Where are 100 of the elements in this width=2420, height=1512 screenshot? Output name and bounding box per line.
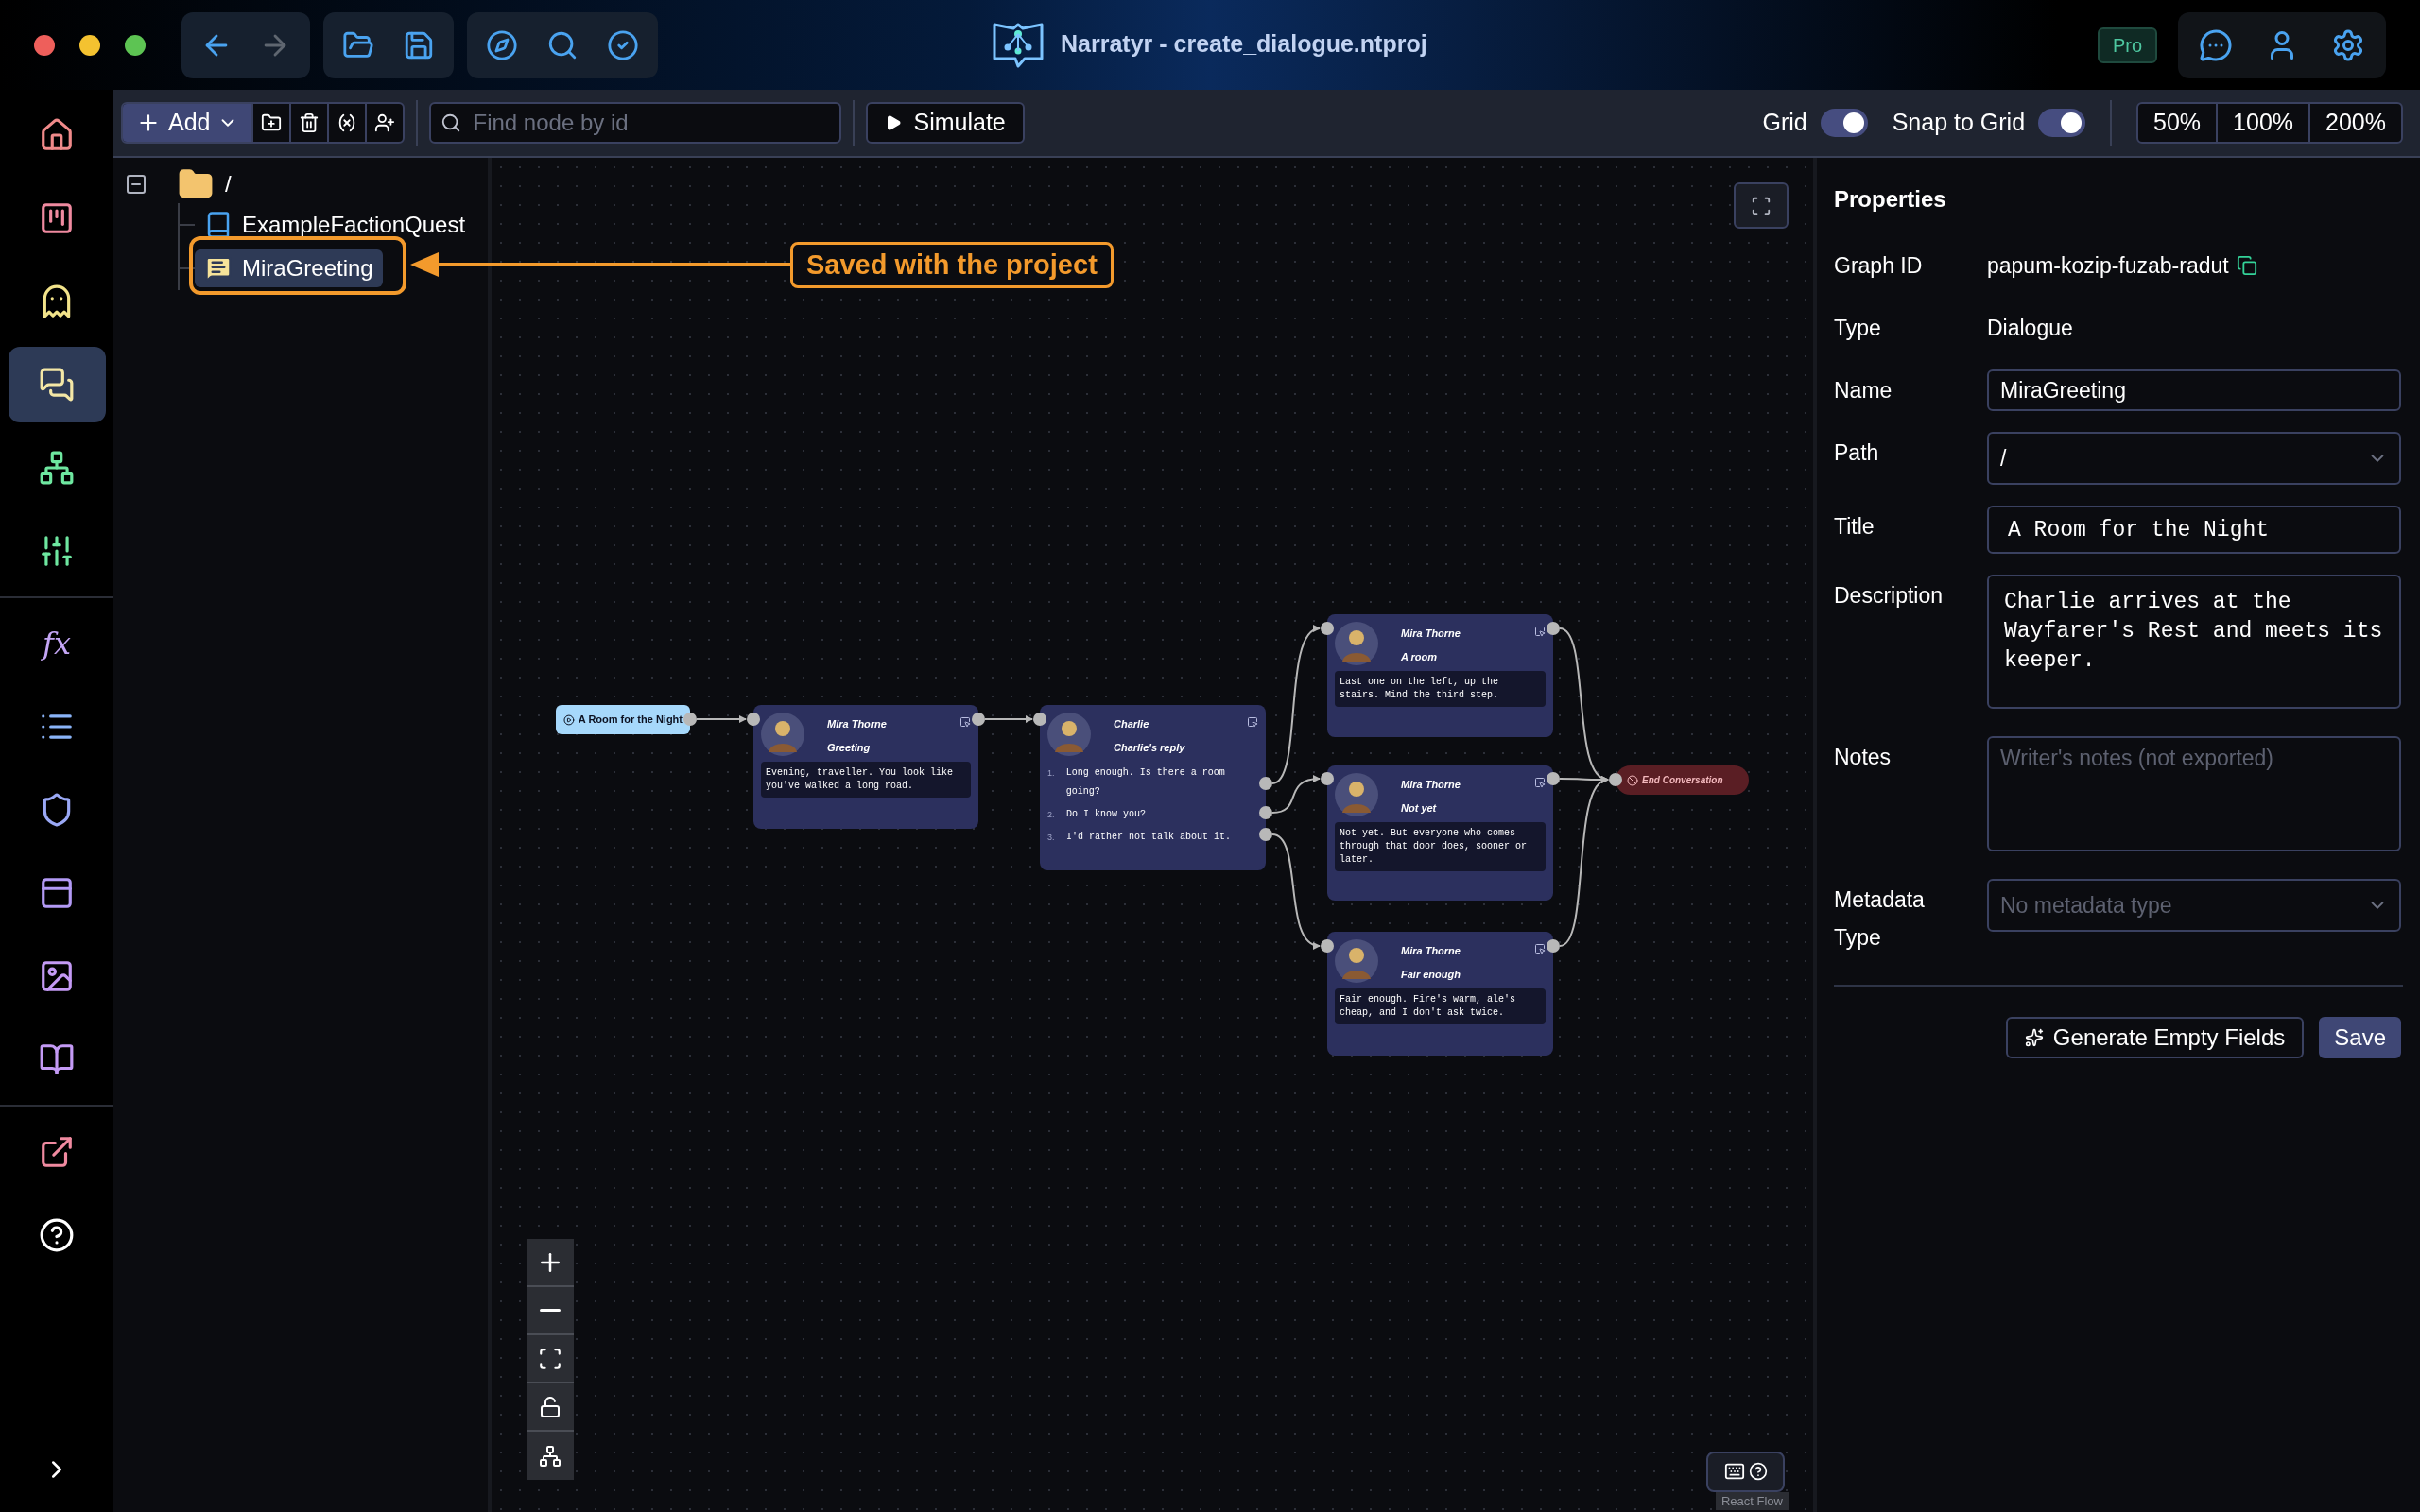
property-label: Metadata Type (1834, 886, 1926, 952)
property-value: papum-kozip-fuzab-radut (1987, 251, 2229, 280)
line-title: Not yet (1401, 800, 1438, 816)
fullscreen-button[interactable] (1734, 182, 1789, 229)
export-icon (39, 1134, 75, 1170)
dialogue-node[interactable]: Charlie Charlie's reply 1. Long enough. Is there a room going? 2. Do I know you? 3. I'd rather not talk about it. (1040, 705, 1266, 870)
name-field[interactable]: MiraGreeting (1987, 369, 2401, 411)
speaker-name: Mira Thorne (1401, 778, 1461, 792)
zoom-window-button[interactable] (125, 34, 146, 56)
toggle-switch[interactable] (1820, 109, 1868, 137)
help-icon (1748, 1462, 1768, 1481)
choice-text: I'd rather not talk about it. (1066, 831, 1232, 844)
home-icon (39, 117, 75, 153)
collapse-icon (125, 173, 147, 196)
hierarchy-icon (539, 1444, 562, 1468)
toggle-label: Snap to Grid (1892, 108, 2026, 138)
text-area[interactable]: Writer's notes (not exported) (1987, 736, 2401, 851)
text-area[interactable]: Charlie arrives at the Wayfarer's Rest and meets its keeper. (1987, 575, 2401, 709)
folder-plus-icon (261, 112, 283, 133)
property-label: Description (1834, 582, 1945, 610)
attribution-text: React Flow (1715, 1491, 1789, 1510)
avatar (1335, 939, 1378, 983)
compass-icon[interactable] (486, 28, 518, 61)
help-icon (39, 1217, 75, 1253)
book-icon (39, 1041, 75, 1077)
sidebar-item[interactable] (8, 347, 106, 422)
property-value: Dialogue (1987, 314, 2073, 342)
generate-button[interactable]: Generate Empty Fields (2005, 1017, 2305, 1058)
speaker-name: Charlie (1114, 717, 1150, 731)
speaker-name: Mira Thorne (1401, 627, 1461, 641)
end-node[interactable]: End Conversation (1616, 765, 1749, 795)
pointer-icon[interactable] (959, 716, 971, 728)
line-title: Fair enough (1401, 967, 1461, 982)
chat-icon (39, 367, 75, 403)
avatar (1335, 773, 1378, 816)
line-text: Last one on the left, up the stairs. Mind the third step. (1335, 671, 1546, 707)
property-label: Graph ID (1834, 252, 1924, 280)
copy-icon[interactable] (2236, 255, 2257, 276)
dialogue-node[interactable]: Mira Thorne Not yet Not yet. But everyone who comes through that door does, sooner or later. (1327, 765, 1553, 901)
avatar (1335, 622, 1378, 665)
panel-title: Properties (1834, 185, 1947, 214)
property-label: Notes (1834, 744, 1893, 771)
simulate-button[interactable]: Simulate (866, 102, 1025, 144)
zoom-level-button[interactable]: 200% (2308, 104, 2401, 142)
choice-number: 2. (1047, 809, 1056, 821)
chat-icon[interactable] (2199, 27, 2233, 62)
zoom-level-button[interactable]: 50% (2138, 104, 2217, 142)
tree-item[interactable]: MiraGreeting (195, 249, 383, 287)
title-field[interactable]: A Room for the Night (1987, 506, 2401, 554)
pointer-icon[interactable] (1534, 777, 1546, 788)
node-title: A Room for the Night (578, 713, 683, 728)
zoom-level-button[interactable]: 100% (2216, 104, 2309, 142)
pointer-icon[interactable] (1247, 716, 1258, 728)
speaker-name: Mira Thorne (827, 717, 887, 731)
play-icon (885, 114, 903, 131)
close-window-button[interactable] (34, 34, 55, 56)
kanban-icon (39, 200, 75, 236)
user-plus-icon (374, 112, 396, 133)
fullscreen-icon (1751, 195, 1772, 216)
start-node[interactable]: A Room for the Night (556, 705, 690, 734)
dialogue-node[interactable]: Mira Thorne Fair enough Fair enough. Fire's warm, ale's cheap, and I don't ask twice. (1327, 932, 1553, 1056)
property-label: Name (1834, 377, 1893, 404)
pro-badge: Pro (2097, 26, 2157, 63)
avatar (1047, 713, 1091, 756)
search-icon (441, 112, 462, 133)
choice-text: Do I know you? (1066, 808, 1146, 821)
line-title: Charlie's reply (1114, 740, 1185, 755)
keyboard-help-button[interactable] (1706, 1451, 1785, 1492)
connector (984, 715, 1033, 723)
collapse-toggle[interactable] (125, 173, 147, 196)
line-text: Not yet. But everyone who comes through that door does, sooner or later. (1335, 822, 1546, 871)
select-field[interactable]: / (1987, 432, 2401, 485)
choice-number: 1. (1047, 767, 1056, 780)
tree-item[interactable]: / (225, 167, 232, 201)
search-field[interactable]: Find node by id (429, 102, 842, 144)
property-label: Title (1834, 513, 1876, 541)
tree-item[interactable]: ExampleFactionQuest (195, 206, 475, 244)
panel-icon (39, 875, 75, 911)
minimize-window-button[interactable] (79, 34, 100, 56)
hierarchy-icon (39, 450, 75, 486)
sidebar-item[interactable]: fx (8, 606, 106, 681)
callout-label: Saved with the project (790, 242, 1114, 288)
dialogue-node[interactable]: Mira Thorne Greeting Evening, traveller. You look like you've walked a long road. (753, 705, 978, 829)
check-circle-icon[interactable] (607, 28, 639, 61)
window-title: Narratyr - create_dialogue.ntproj (1061, 29, 1427, 60)
sliders-icon (39, 533, 75, 569)
dialogue-node[interactable]: Mira Thorne A room Last one on the left, up the stairs. Mind the third step. (1327, 614, 1553, 737)
trash-icon (299, 112, 320, 133)
line-title: Greeting (827, 740, 872, 755)
speaker-name: Mira Thorne (1401, 944, 1461, 958)
save-button[interactable]: Save (2319, 1017, 2401, 1058)
property-label: Type (1834, 315, 1882, 342)
play-icon (563, 713, 575, 726)
toggle-switch[interactable] (2038, 109, 2086, 137)
add-button[interactable]: Add (123, 104, 252, 142)
settings-icon[interactable] (2331, 27, 2365, 62)
pointer-icon[interactable] (1534, 943, 1546, 954)
pointer-icon[interactable] (1534, 626, 1546, 637)
keyboard-icon (1723, 1461, 1745, 1482)
avatar (761, 713, 804, 756)
